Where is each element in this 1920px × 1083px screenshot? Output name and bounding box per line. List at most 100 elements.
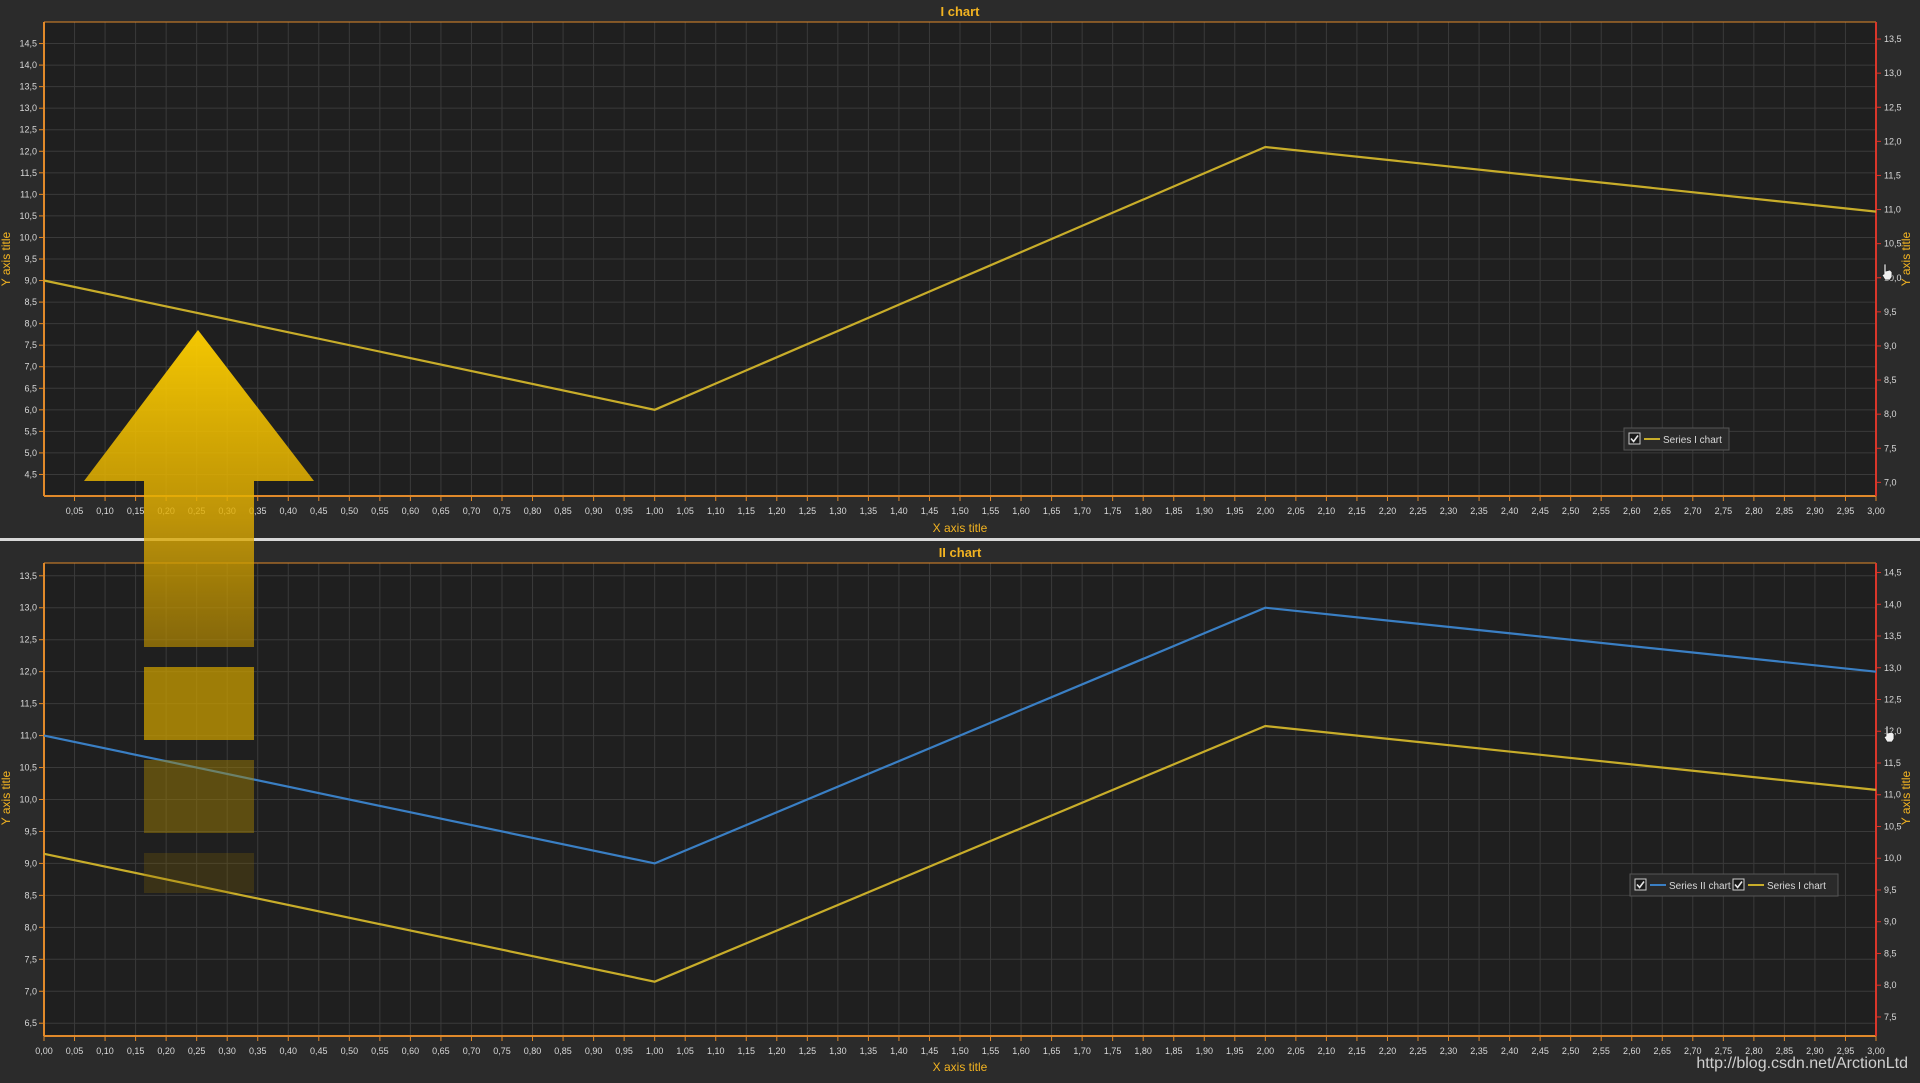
x-tick-label: 1,00 xyxy=(646,1046,664,1056)
x-tick-label: 0,70 xyxy=(463,506,481,516)
y-tick-label: 10,5 xyxy=(19,211,37,221)
y2-tick-label: 13,0 xyxy=(1884,68,1902,78)
x-tick-label: 0,90 xyxy=(585,1046,603,1056)
x-tick-label: 0,95 xyxy=(615,506,633,516)
y2-tick-label: 9,5 xyxy=(1884,307,1897,317)
y2-tick-label: 11,0 xyxy=(1884,205,1901,215)
y2-tick-label: 7,5 xyxy=(1884,1012,1897,1022)
chart-ii-y-axis-title: Y axis title xyxy=(0,770,13,825)
x-tick-label: 0,50 xyxy=(341,1046,359,1056)
x-tick-label: 1,95 xyxy=(1226,1046,1244,1056)
x-tick-label: 1,15 xyxy=(738,1046,756,1056)
y2-tick-label: 13,5 xyxy=(1884,34,1902,44)
x-tick-label: 1,65 xyxy=(1043,1046,1061,1056)
x-tick-label: 1,30 xyxy=(829,1046,847,1056)
y-tick-label: 9,5 xyxy=(24,254,37,264)
x-tick-label: 2,90 xyxy=(1806,506,1824,516)
y-tick-label: 5,0 xyxy=(24,448,37,458)
x-tick-label: 1,10 xyxy=(707,1046,725,1056)
chart-i-grid xyxy=(44,22,1877,496)
x-tick-label: 0,20 xyxy=(157,1046,175,1056)
x-tick-label: 2,40 xyxy=(1501,506,1519,516)
x-tick-label: 1,60 xyxy=(1012,506,1030,516)
y-tick-label: 8,5 xyxy=(24,890,37,900)
y-tick-label: 9,5 xyxy=(24,826,37,836)
y2-tick-label: 11,5 xyxy=(1884,170,1901,180)
x-tick-label: 0,40 xyxy=(280,1046,298,1056)
checkbox-checked-icon[interactable] xyxy=(1732,878,1745,891)
x-tick-label: 1,10 xyxy=(707,506,725,516)
x-tick-label: 2,10 xyxy=(1318,506,1336,516)
chart-canvas: 0,05 0,10 0,15 0,20 0,25 0,30 0,35 0,40 0,45 0,50… xyxy=(0,4,1920,1074)
x-tick-label: 1,80 xyxy=(1134,506,1152,516)
y-tick-label: 8,0 xyxy=(24,922,37,932)
x-tick-label: 1,50 xyxy=(951,506,969,516)
chart-i-y-axis-title: Y axis title xyxy=(0,231,13,286)
x-tick-label: 2,75 xyxy=(1715,506,1733,516)
x-tick-label: 2,95 xyxy=(1837,506,1855,516)
y-tick-label: 7,0 xyxy=(24,362,37,372)
x-tick-label: 1,95 xyxy=(1226,506,1244,516)
x-tick-label: 2,30 xyxy=(1440,506,1458,516)
x-tick-label: 0,25 xyxy=(188,1046,206,1056)
y-tick-label: 12,5 xyxy=(19,635,37,645)
x-tick-label: 1,80 xyxy=(1134,1046,1152,1056)
chart-i-legend[interactable]: Series I chart xyxy=(1623,427,1730,451)
y2-tick-label: 11,5 xyxy=(1884,758,1901,768)
chart-ii-title: II chart xyxy=(939,545,982,560)
y-tick-label: 5,5 xyxy=(24,426,37,436)
y-tick-label: 9,0 xyxy=(24,276,37,286)
y-tick-label: 8,5 xyxy=(24,297,37,307)
x-tick-label: 1,40 xyxy=(890,506,908,516)
x-tick-label: 1,75 xyxy=(1104,1046,1122,1056)
x-tick-label: 0,30 xyxy=(218,1046,236,1056)
y-tick-label: 6,0 xyxy=(24,405,37,415)
x-tick-label: 0,60 xyxy=(402,1046,420,1056)
y2-tick-label: 12,0 xyxy=(1884,136,1902,146)
y-tick-label: 4,5 xyxy=(24,469,37,479)
checkbox-checked-icon[interactable] xyxy=(1634,878,1647,891)
x-tick-label: 1,25 xyxy=(799,1046,817,1056)
y2-tick-label: 9,0 xyxy=(1884,341,1897,351)
x-tick-label: 2,85 xyxy=(1776,506,1794,516)
y-tick-label: 6,5 xyxy=(24,383,37,393)
x-tick-label: 2,35 xyxy=(1470,506,1488,516)
y2-tick-label: 7,0 xyxy=(1884,477,1897,487)
y-tick-label: 10,5 xyxy=(19,763,37,773)
y-tick-label: 7,5 xyxy=(24,954,37,964)
chart-i-y2-axis-title: Y axis title xyxy=(1899,231,1913,286)
x-tick-label: 0,15 xyxy=(127,1046,145,1056)
x-tick-label: 0,75 xyxy=(493,506,511,516)
x-tick-label: 0,75 xyxy=(493,1046,511,1056)
x-tick-label: 2,50 xyxy=(1562,506,1580,516)
x-tick-label: 1,05 xyxy=(676,506,694,516)
x-tick-label: 0,90 xyxy=(585,506,603,516)
x-tick-label: 0,80 xyxy=(524,1046,542,1056)
y-tick-label: 11,5 xyxy=(20,699,37,709)
x-tick-label: 2,60 xyxy=(1623,506,1641,516)
x-tick-label: 0,00 xyxy=(35,1046,53,1056)
x-tick-label: 1,90 xyxy=(1196,1046,1214,1056)
x-tick-label: 2,45 xyxy=(1531,506,1549,516)
x-tick-label: 2,20 xyxy=(1379,506,1397,516)
x-tick-label: 1,20 xyxy=(768,1046,786,1056)
y2-tick-label: 14,0 xyxy=(1884,599,1902,609)
y2-tick-label: 9,5 xyxy=(1884,885,1897,895)
x-tick-label: 2,60 xyxy=(1623,1046,1641,1056)
x-tick-label: 1,00 xyxy=(646,506,664,516)
x-tick-label: 2,55 xyxy=(1592,1046,1610,1056)
chart-ii-legend[interactable]: Series II chart Series I chart xyxy=(1629,873,1839,897)
x-tick-label: 0,05 xyxy=(66,1046,84,1056)
x-tick-label: 2,40 xyxy=(1501,1046,1519,1056)
x-tick-label: 2,35 xyxy=(1470,1046,1488,1056)
chart-divider[interactable] xyxy=(0,538,1920,541)
y-tick-label: 13,0 xyxy=(19,603,37,613)
x-tick-label: 2,65 xyxy=(1654,1046,1672,1056)
y-tick-label: 11,0 xyxy=(20,731,37,741)
x-tick-label: 2,65 xyxy=(1654,506,1672,516)
checkbox-checked-icon[interactable] xyxy=(1628,432,1641,445)
x-tick-label: 1,35 xyxy=(860,1046,878,1056)
x-tick-label: 3,00 xyxy=(1867,506,1885,516)
x-tick-label: 1,55 xyxy=(982,506,1000,516)
x-tick-label: 2,05 xyxy=(1287,506,1305,516)
